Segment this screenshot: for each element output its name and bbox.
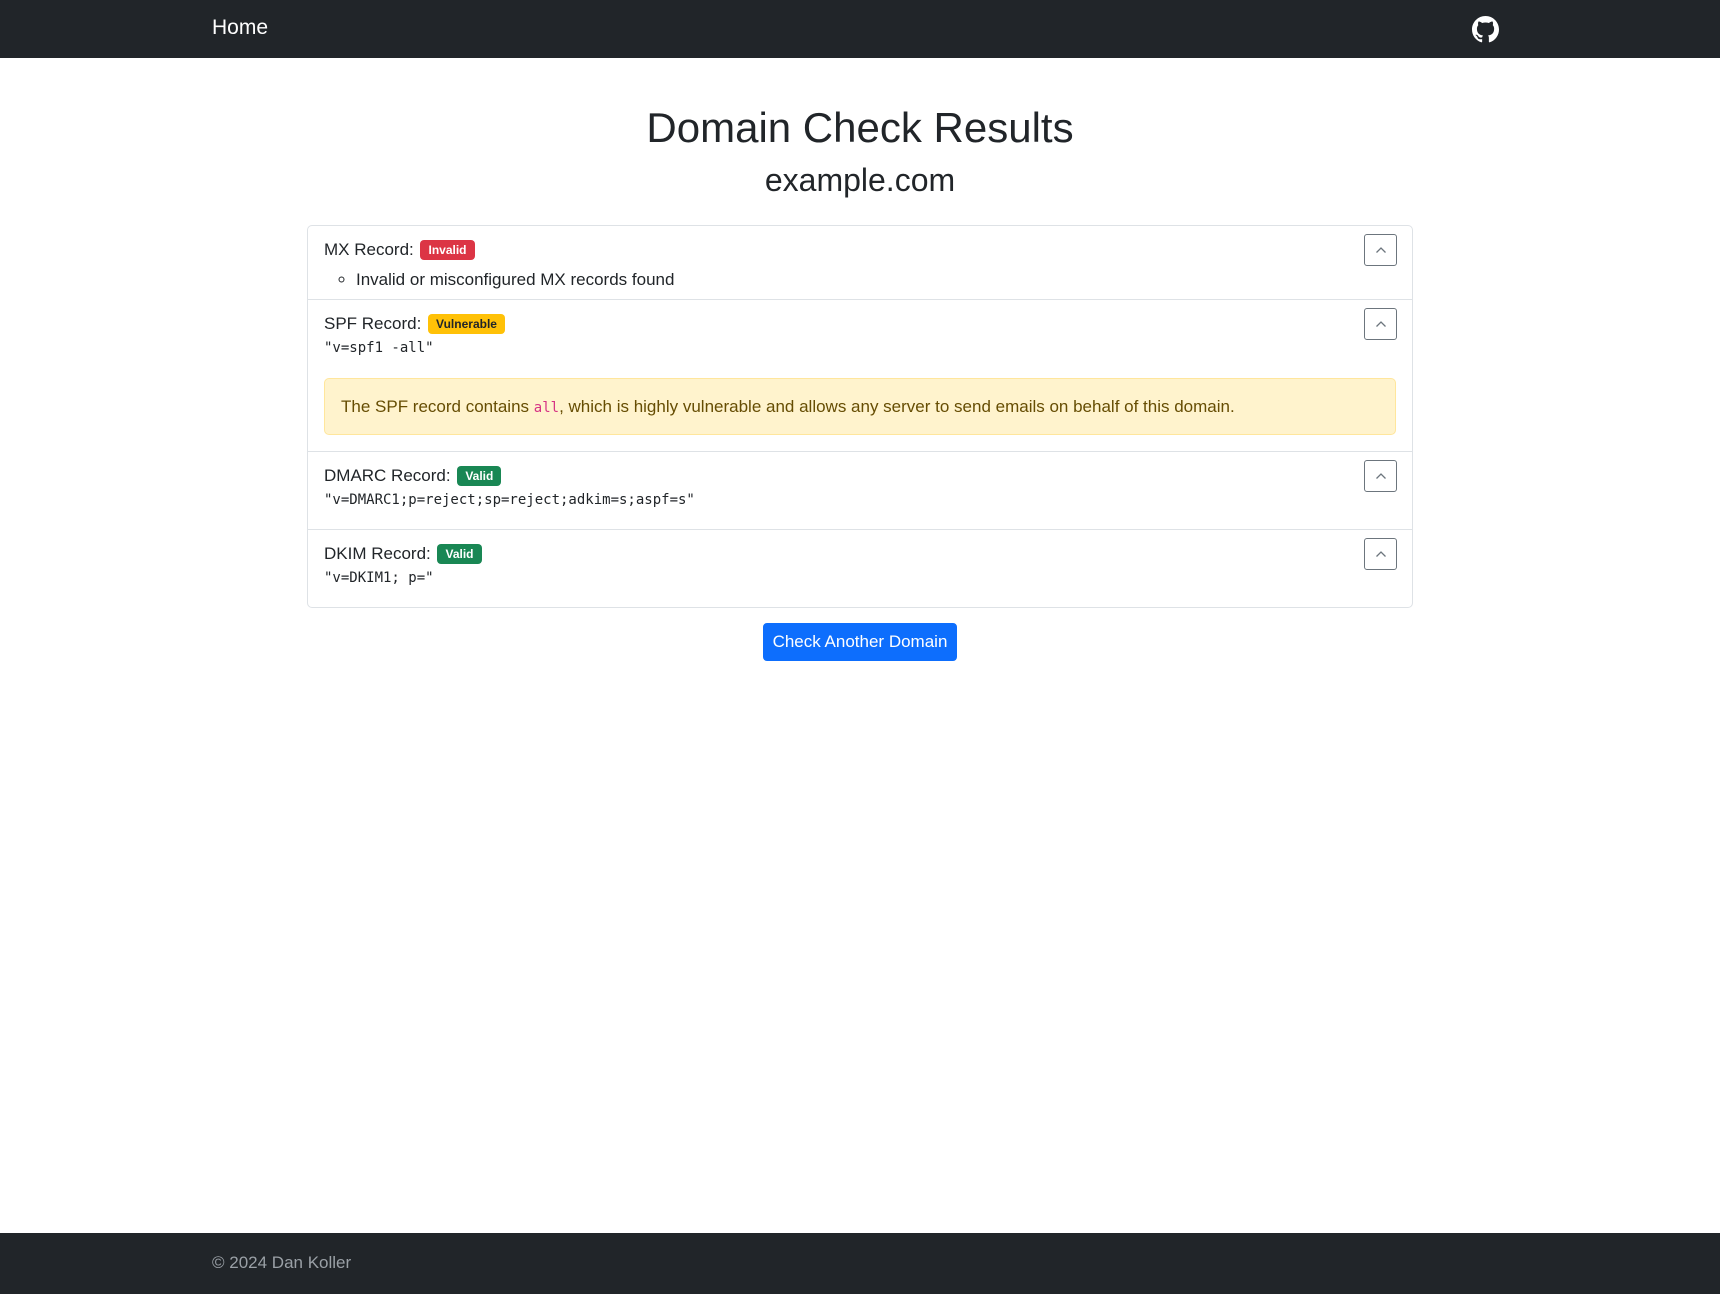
page: Home Domain Check Results example.com MX… [0, 0, 1720, 1294]
navbar: Home [0, 0, 1720, 58]
check-another-domain-button[interactable]: Check Another Domain [763, 623, 957, 661]
spf-record-header: SPF Record: Vulnerable [324, 312, 1396, 336]
spf-collapse-button[interactable] [1364, 308, 1397, 340]
github-icon [1472, 16, 1499, 43]
spf-record-label: SPF Record: [324, 314, 422, 333]
dkim-record-label: DKIM Record: [324, 544, 431, 563]
mx-record-label: MX Record: [324, 240, 414, 259]
mx-issue-item: Invalid or misconfigured MX records foun… [356, 268, 1396, 292]
record-list: MX Record: Invalid Invalid or misconfigu… [307, 225, 1413, 608]
dkim-collapse-button[interactable] [1364, 538, 1397, 570]
dmarc-status-badge: Valid [457, 466, 502, 486]
spf-alert-text-after: , which is highly vulnerable and allows … [559, 397, 1235, 416]
spf-alert-code: all [533, 400, 560, 416]
footer-copyright: © 2024 Dan Koller [212, 1253, 352, 1272]
mx-collapse-button[interactable] [1364, 234, 1397, 266]
mx-issue-list: Invalid or misconfigured MX records foun… [356, 268, 1396, 292]
dkim-record-header: DKIM Record: Valid [324, 542, 1396, 566]
dkim-record-item: DKIM Record: Valid "v=DKIM1; p=" [308, 529, 1412, 607]
dmarc-collapse-button[interactable] [1364, 460, 1397, 492]
github-link[interactable] [1472, 16, 1499, 43]
dmarc-record-header: DMARC Record: Valid [324, 464, 1396, 488]
mx-record-item: MX Record: Invalid Invalid or misconfigu… [308, 226, 1412, 299]
nav-home-link[interactable]: Home [212, 16, 268, 40]
spf-record-item: SPF Record: Vulnerable "v=spf1 -all" The… [308, 299, 1412, 451]
dkim-status-badge: Valid [437, 544, 482, 564]
spf-warning-alert: The SPF record contains all, which is hi… [324, 378, 1396, 435]
dmarc-record-label: DMARC Record: [324, 466, 451, 485]
chevron-up-icon [1375, 321, 1386, 327]
dmarc-record-value: "v=DMARC1;p=reject;sp=reject;adkim=s;asp… [324, 492, 695, 508]
chevron-up-icon [1375, 551, 1386, 557]
dkim-record-value: "v=DKIM1; p=" [324, 570, 434, 586]
chevron-up-icon [1375, 473, 1386, 479]
mx-status-badge: Invalid [420, 240, 475, 260]
spf-record-value: "v=spf1 -all" [324, 340, 434, 356]
page-title: Domain Check Results [646, 104, 1074, 151]
domain-name: example.com [764, 162, 956, 198]
chevron-up-icon [1375, 247, 1386, 253]
spf-alert-text-before: The SPF record contains [341, 397, 534, 416]
dmarc-record-item: DMARC Record: Valid "v=DMARC1;p=reject;s… [308, 451, 1412, 529]
footer: © 2024 Dan Koller [0, 1233, 1720, 1294]
spf-status-badge: Vulnerable [428, 314, 505, 334]
mx-record-header: MX Record: Invalid [324, 238, 1396, 262]
